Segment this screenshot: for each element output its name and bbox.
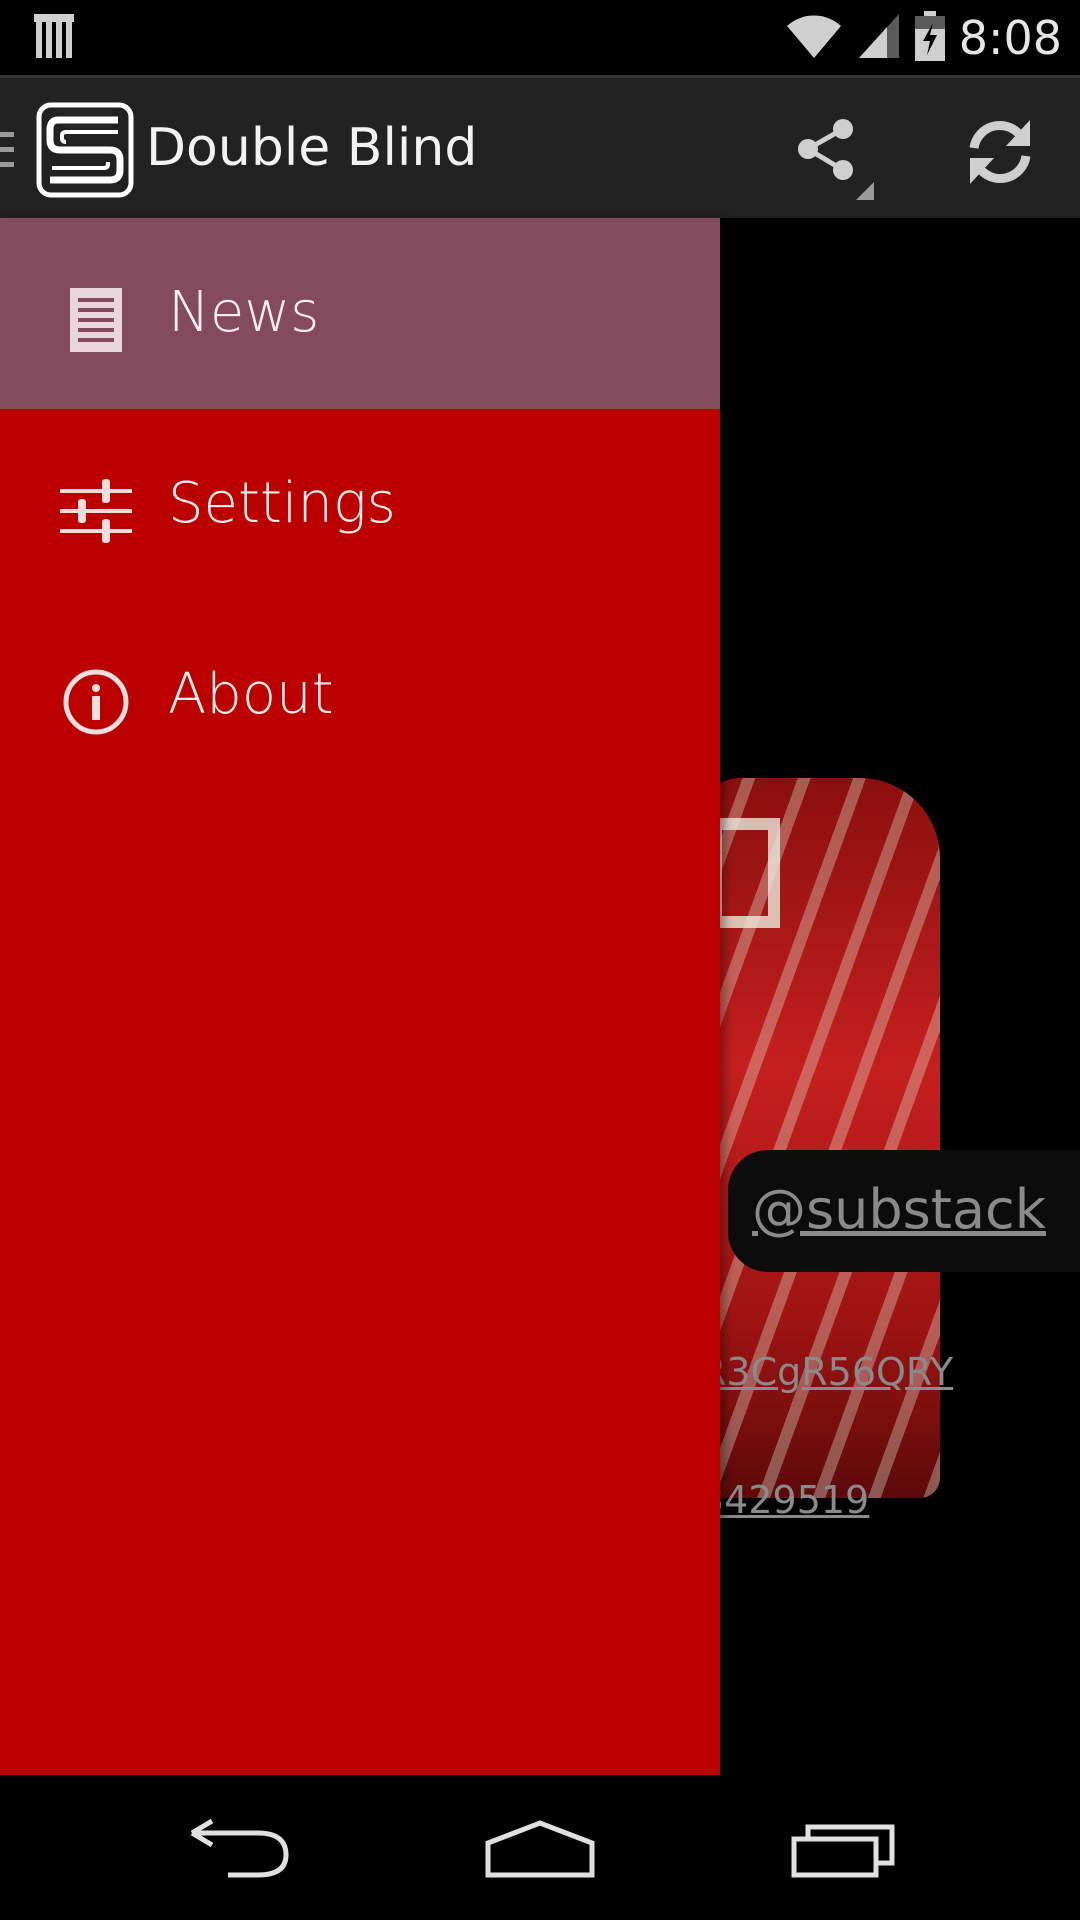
drawer-item-about[interactable]: About bbox=[0, 600, 720, 791]
drawer-item-settings[interactable]: Settings bbox=[0, 409, 720, 600]
signal-icon bbox=[857, 12, 901, 64]
author-handle-link[interactable]: @substack bbox=[752, 1178, 1046, 1241]
info-icon bbox=[58, 664, 134, 740]
settings-sliders-icon bbox=[58, 473, 134, 549]
app-title: Double Blind bbox=[146, 118, 478, 178]
share-icon[interactable] bbox=[786, 112, 876, 206]
back-icon[interactable] bbox=[188, 1818, 292, 1883]
drawer-item-label: News bbox=[168, 280, 320, 345]
drawer-item-news[interactable]: News bbox=[0, 218, 720, 409]
status-bar: 8:08 bbox=[0, 0, 1080, 75]
recents-icon[interactable] bbox=[790, 1819, 896, 1883]
drawer-item-label: About bbox=[168, 662, 334, 727]
app-logo[interactable] bbox=[36, 102, 134, 202]
drawer-toggle-icon[interactable] bbox=[0, 128, 14, 176]
refresh-icon[interactable] bbox=[960, 112, 1040, 196]
navigation-drawer: News Settings About bbox=[0, 218, 720, 1775]
system-nav-bar bbox=[0, 1775, 1080, 1920]
home-icon[interactable] bbox=[484, 1819, 596, 1883]
article-link-2[interactable]: 3429519 bbox=[700, 1478, 869, 1522]
news-icon bbox=[58, 282, 134, 358]
drawer-item-label: Settings bbox=[168, 471, 396, 536]
author-tag[interactable]: @substack bbox=[728, 1150, 1080, 1272]
article-link[interactable]: R3CgR56QRY bbox=[700, 1350, 953, 1394]
battery-charging-icon bbox=[914, 11, 945, 65]
action-bar: Double Blind bbox=[0, 75, 1080, 218]
notification-icon bbox=[34, 14, 74, 64]
wifi-icon bbox=[785, 12, 843, 64]
status-time: 8:08 bbox=[958, 11, 1062, 65]
